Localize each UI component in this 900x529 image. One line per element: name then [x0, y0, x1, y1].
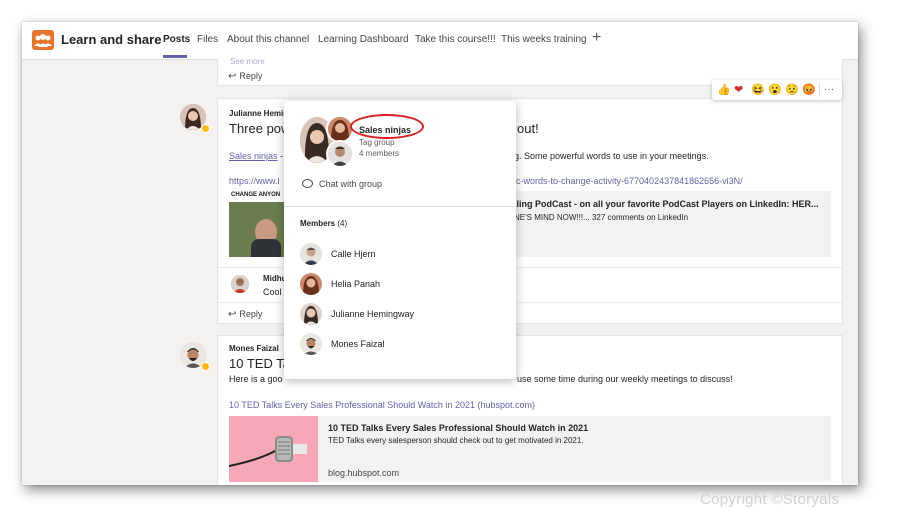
team-name: Learn and share — [61, 32, 162, 47]
reaction-bar: 👍 ❤ 😆 😮 😟 😡 ··· — [712, 80, 842, 100]
preview-title: 10 TED Talks Every Sales Professional Sh… — [328, 423, 589, 433]
preview-domain: blog.hubspot.com — [328, 468, 400, 478]
surprised-reaction-icon[interactable]: 😮 — [768, 83, 782, 97]
tag-mention-link[interactable]: Sales ninjas — [229, 151, 278, 161]
post-link-end[interactable]: ic-words-to-change-activity-677040243784… — [514, 176, 743, 186]
tab-files[interactable]: Files — [197, 34, 218, 45]
reply-arrow-icon: ↩ — [228, 309, 237, 320]
member-name: Julianne Hemingway — [331, 309, 415, 319]
preview-description: TED Talks every salesperson should check… — [328, 436, 584, 445]
active-tab-indicator — [163, 55, 187, 58]
avatar[interactable] — [231, 275, 249, 293]
avatar — [300, 243, 322, 265]
reply-author: Midhu — [263, 274, 287, 283]
member-name: Helia Panah — [331, 279, 381, 289]
highlight-ellipse — [350, 114, 424, 139]
channel-header: Learn and share Posts Files About this c… — [22, 22, 858, 60]
copyright-watermark: Copyright ©Storyals — [700, 491, 840, 508]
reply-button[interactable]: ↩ Reply — [228, 71, 262, 82]
reply-arrow-icon: ↩ — [228, 71, 237, 82]
member-name: Calle Hjern — [331, 249, 376, 259]
post-link[interactable]: https://www.l — [229, 176, 280, 186]
preview-thumbnail: CHANGE ANYON — [229, 191, 284, 257]
microphone-image-icon — [229, 436, 307, 467]
tab-learning-dashboard[interactable]: Learning Dashboard — [318, 34, 409, 45]
chat-icon — [302, 179, 313, 188]
divider — [819, 83, 820, 97]
thumbnail-caption: CHANGE ANYON — [231, 192, 281, 198]
like-reaction-icon[interactable]: 👍 — [717, 83, 731, 97]
add-tab-button[interactable]: + — [592, 29, 601, 47]
post-body-end: use some time during our weekly meetings… — [517, 374, 733, 384]
avatar — [326, 140, 354, 168]
angry-reaction-icon[interactable]: 😡 — [802, 83, 816, 97]
member-item-calle[interactable]: Calle Hjern — [300, 243, 500, 265]
person-avatar-icon — [231, 275, 249, 293]
member-item-helia[interactable]: Helia Panah — [300, 273, 500, 295]
group-type: Tag group — [359, 138, 395, 147]
reply-text: Cool — [263, 287, 282, 297]
post-body-end: g. Some powerful words to use in your me… — [514, 151, 709, 161]
avatar — [300, 273, 322, 295]
status-badge — [201, 124, 210, 133]
member-count: 4 members — [359, 149, 400, 158]
see-more-link[interactable]: See more — [230, 57, 265, 66]
status-badge — [201, 362, 210, 371]
avatar — [300, 303, 322, 325]
reply-button[interactable]: ↩ Reply — [228, 309, 262, 320]
post-author: Mones Faizal — [229, 344, 279, 353]
group-avatar-stack — [298, 115, 354, 168]
tag-group-card: Sales ninjas Tag group 4 members Chat wi… — [284, 101, 516, 379]
post-author: Julianne Hemin — [229, 109, 289, 118]
post-title: Three pow — [229, 121, 291, 136]
link-preview[interactable]: 10 TED Talks Every Sales Professional Sh… — [229, 416, 831, 482]
preview-title: lling PodCast - on all your favorite Pod… — [514, 199, 819, 209]
members-heading: Members (4) — [300, 219, 348, 228]
more-options-icon[interactable]: ··· — [824, 83, 834, 97]
member-item-mones[interactable]: Mones Faizal — [300, 333, 500, 355]
post-body: Sales ninjas - — [229, 151, 284, 161]
tab-posts[interactable]: Posts — [163, 34, 190, 45]
sad-reaction-icon[interactable]: 😟 — [785, 83, 799, 97]
member-name: Mones Faizal — [331, 339, 385, 349]
tab-about-channel[interactable]: About this channel — [227, 34, 309, 45]
laugh-reaction-icon[interactable]: 😆 — [751, 83, 765, 97]
team-icon[interactable] — [32, 30, 54, 50]
post-title-end: out! — [517, 121, 539, 136]
preview-description: NE'S MIND NOW!!!... 327 comments on Link… — [514, 213, 689, 222]
teams-window: Learn and share Posts Files About this c… — [22, 22, 858, 485]
member-item-julianne[interactable]: Julianne Hemingway — [300, 303, 500, 325]
tab-take-this-course[interactable]: Take this course!!! — [415, 34, 496, 45]
divider — [284, 206, 516, 207]
chat-with-group-button[interactable]: Chat with group — [302, 179, 382, 189]
tab-this-weeks-training[interactable]: This weeks training — [501, 34, 587, 45]
preview-thumbnail — [229, 416, 318, 482]
avatar — [300, 333, 322, 355]
post-body: Here is a goo — [229, 374, 283, 384]
post-link[interactable]: 10 TED Talks Every Sales Professional Sh… — [229, 400, 535, 410]
heart-reaction-icon[interactable]: ❤ — [734, 83, 743, 97]
